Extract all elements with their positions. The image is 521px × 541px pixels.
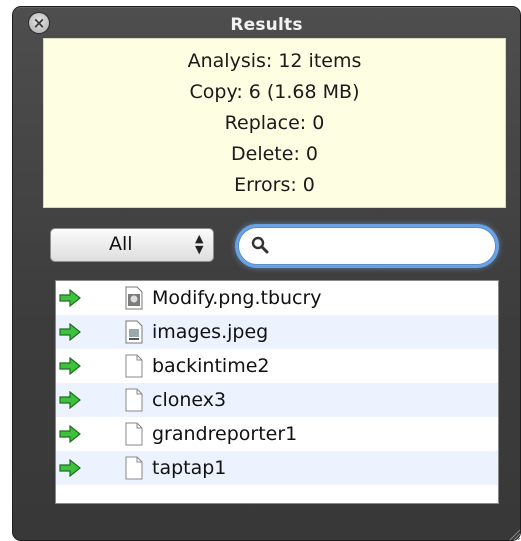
list-item[interactable]: taptap1 [56,451,498,485]
file-name: Modify.png.tbucry [152,287,322,309]
document-icon [125,422,143,446]
resize-grip-icon[interactable] [507,527,521,541]
list-item[interactable]: clonex3 [56,383,498,417]
copy-arrow-icon [59,425,81,443]
select-stepper-icon: ▲ ▼ [195,232,204,256]
file-name: clonex3 [152,389,227,411]
list-item[interactable]: Modify.png.tbucry [56,281,498,315]
search-input[interactable] [238,227,496,265]
file-name: images.jpeg [152,321,269,343]
copy-arrow-icon [59,289,81,307]
analysis-count: Analysis: 12 items [187,49,362,72]
list-item[interactable]: backintime2 [56,349,498,383]
replace-count: Replace: 0 [224,111,325,134]
jpeg-file-icon [125,320,143,344]
copy-arrow-icon [59,459,81,477]
list-item[interactable]: images.jpeg [56,315,498,349]
document-icon [125,388,143,412]
delete-count: Delete: 0 [231,142,318,165]
document-icon [125,354,143,378]
filter-selected-value: All [109,233,133,255]
file-name: taptap1 [152,457,227,479]
file-name: backintime2 [152,355,270,377]
file-name: grandreporter1 [152,423,298,445]
copy-arrow-icon [59,323,81,341]
file-list[interactable]: Modify.png.tbucry images.jpeg backintime… [55,280,499,504]
copy-arrow-icon [59,391,81,409]
filter-select[interactable]: All ▲ ▼ [50,228,214,262]
copy-arrow-icon [59,357,81,375]
search-icon [251,236,269,254]
copy-count: Copy: 6 (1.68 MB) [189,80,360,103]
window-title: Results [230,15,303,35]
document-icon [125,456,143,480]
list-item[interactable]: grandreporter1 [56,417,498,451]
image-file-icon [125,286,143,310]
errors-count: Errors: 0 [234,173,315,196]
results-summary: Analysis: 12 items Copy: 6 (1.68 MB) Rep… [43,38,506,208]
